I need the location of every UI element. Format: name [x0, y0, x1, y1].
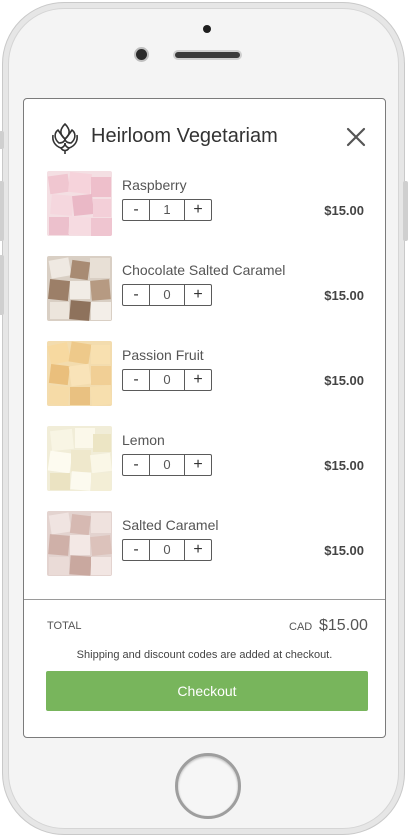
cart-header: Heirloom Vegetariam [24, 99, 385, 169]
decrement-button[interactable]: - [123, 200, 149, 220]
quantity-stepper: - 0 + [122, 539, 212, 561]
increment-button[interactable]: + [185, 285, 211, 305]
item-name: Lemon [122, 432, 165, 448]
chocolate-salted-caramel-product-image [47, 256, 112, 321]
phone-home-button[interactable] [175, 753, 241, 819]
phone-side-button [0, 131, 4, 149]
phone-power-button [403, 181, 408, 241]
cart-panel: Heirloom Vegetariam Raspberry - 1 + $15.… [23, 98, 386, 738]
cart-item: Salted Caramel - 0 + $15.00 [24, 511, 385, 577]
item-name: Passion Fruit [122, 347, 204, 363]
quantity-field[interactable]: 0 [149, 455, 185, 475]
decrement-button[interactable]: - [123, 285, 149, 305]
item-price: $15.00 [324, 203, 364, 218]
item-name: Salted Caramel [122, 517, 219, 533]
salted-caramel-product-image [47, 511, 112, 576]
lemon-product-image [47, 426, 112, 491]
decrement-button[interactable]: - [123, 370, 149, 390]
checkout-note: Shipping and discount codes are added at… [76, 649, 333, 661]
quantity-field[interactable]: 0 [149, 285, 185, 305]
cart-item: Chocolate Salted Caramel - 0 + $15.00 [24, 256, 385, 322]
artichoke-logo-icon [52, 123, 78, 154]
decrement-button[interactable]: - [123, 455, 149, 475]
item-price: $15.00 [324, 543, 364, 558]
footer-divider [24, 599, 385, 600]
phone-sensor [203, 25, 211, 33]
quantity-stepper: - 0 + [122, 454, 212, 476]
cart-item: Lemon - 0 + $15.00 [24, 426, 385, 492]
total-label: TOTAL [47, 620, 82, 632]
phone-volume-down-button [0, 255, 4, 315]
increment-button[interactable]: + [185, 540, 211, 560]
raspberry-product-image [47, 171, 112, 236]
total-value: $15.00 [319, 617, 368, 634]
increment-button[interactable]: + [185, 455, 211, 475]
increment-button[interactable]: + [185, 370, 211, 390]
item-price: $15.00 [324, 373, 364, 388]
currency-label: CAD [289, 621, 313, 633]
quantity-stepper: - 0 + [122, 284, 212, 306]
phone-camera [136, 49, 147, 60]
cart-item: Passion Fruit - 0 + $15.00 [24, 341, 385, 407]
close-icon[interactable] [346, 127, 366, 147]
quantity-stepper: - 1 + [122, 199, 212, 221]
increment-button[interactable]: + [185, 200, 211, 220]
item-name: Raspberry [122, 177, 187, 193]
quantity-field[interactable]: 1 [149, 200, 185, 220]
item-name: Chocolate Salted Caramel [122, 262, 286, 278]
phone-speaker [175, 52, 240, 58]
checkout-button[interactable]: Checkout [46, 671, 368, 711]
quantity-stepper: - 0 + [122, 369, 212, 391]
quantity-field[interactable]: 0 [149, 370, 185, 390]
phone-volume-up-button [0, 181, 4, 241]
cart-item: Raspberry - 1 + $15.00 [24, 171, 385, 237]
decrement-button[interactable]: - [123, 540, 149, 560]
passion-fruit-product-image [47, 341, 112, 406]
store-title: Heirloom Vegetariam [91, 125, 278, 147]
item-price: $15.00 [324, 458, 364, 473]
quantity-field[interactable]: 0 [149, 540, 185, 560]
item-price: $15.00 [324, 288, 364, 303]
